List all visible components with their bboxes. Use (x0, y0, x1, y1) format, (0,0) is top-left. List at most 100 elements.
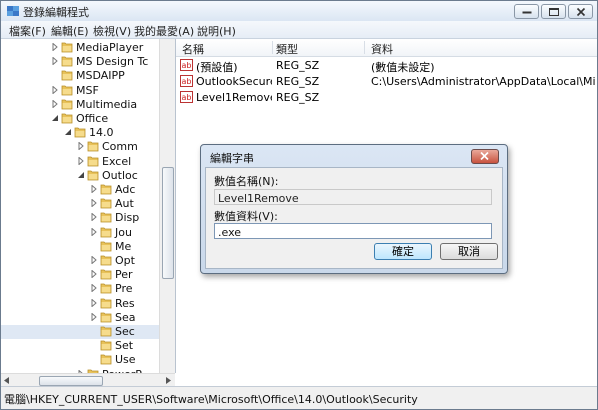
expand-arrow-icon[interactable] (90, 284, 98, 293)
tree-item-label: Res (115, 296, 135, 310)
collapse-arrow-icon[interactable] (77, 171, 85, 179)
tree-item[interactable]: Outloc (1, 169, 159, 183)
collapse-arrow-icon[interactable] (64, 128, 72, 136)
tree-item[interactable]: 14.0 (1, 126, 159, 140)
expand-arrow-icon[interactable] (51, 43, 59, 51)
tree-item[interactable]: Sea (1, 311, 159, 325)
folder-icon (100, 212, 112, 223)
value-name-field: Level1Remove (214, 189, 492, 205)
tree-vertical-scrollbar[interactable] (159, 39, 175, 373)
registry-editor-window: 登錄編輯程式 檔案(F) 編輯(E) 檢視(V) 我的最愛(A) 說明(H) M… (0, 0, 598, 410)
tree-item[interactable]: MSDAIPP (1, 69, 159, 83)
tree-item-label: Aut (115, 197, 134, 211)
tree-horizontal-scrollbar[interactable] (1, 373, 175, 387)
expand-arrow-icon[interactable] (90, 256, 98, 264)
maximize-button[interactable] (541, 4, 566, 19)
value-data-input[interactable]: .exe (214, 223, 492, 239)
column-data[interactable]: 資料 (371, 41, 393, 57)
expand-arrow-icon[interactable] (51, 57, 59, 66)
expand-arrow-icon[interactable] (90, 298, 98, 307)
tree-item[interactable]: MediaPlayer (1, 41, 159, 55)
tree-item-label: Jou (115, 225, 132, 239)
tree-scroll-thumb[interactable] (162, 167, 174, 279)
folder-icon (61, 113, 73, 124)
folder-icon (100, 198, 112, 209)
expand-arrow-icon[interactable] (90, 312, 98, 321)
collapse-arrow-icon[interactable] (51, 114, 59, 122)
tree-item[interactable]: Me (1, 240, 159, 254)
column-name[interactable]: 名稱 (182, 41, 204, 57)
tree-item[interactable]: Aut (1, 197, 159, 211)
tree-item[interactable]: Set (1, 339, 159, 353)
column-separator[interactable] (364, 41, 365, 54)
tree-item-label: Office (76, 112, 109, 125)
tree-item[interactable]: Adc (1, 183, 159, 197)
close-button[interactable] (568, 4, 593, 19)
status-bar: 電腦\HKEY_CURRENT_USER\Software\Microsoft\… (1, 386, 597, 409)
folder-icon (100, 269, 112, 280)
tree-item[interactable]: Per (1, 268, 159, 282)
scroll-right-arrow-icon[interactable] (166, 377, 171, 384)
expand-arrow-icon[interactable] (77, 156, 85, 165)
tree-item-label: Set (115, 339, 134, 353)
scroll-left-arrow-icon[interactable] (4, 377, 9, 384)
minimize-button[interactable] (514, 4, 539, 19)
column-type[interactable]: 類型 (276, 41, 298, 57)
tree-item[interactable]: Multimedia (1, 98, 159, 112)
registry-tree[interactable]: MediaPlayer MS Design Tc MSDAIPP MSF Multime… (1, 39, 176, 373)
folder-icon (100, 241, 112, 252)
tree-item[interactable]: Jou (1, 226, 159, 240)
expand-arrow-icon[interactable] (77, 142, 85, 151)
expand-arrow-icon[interactable] (51, 85, 59, 94)
expand-arrow-icon[interactable] (90, 270, 98, 279)
tree-item-label: Disp (115, 211, 140, 225)
menu-help[interactable]: 說明(H) (197, 23, 236, 39)
tree-hscroll-thumb[interactable] (39, 376, 103, 386)
folder-icon (100, 326, 112, 337)
tree-item-label: MSF (76, 83, 99, 97)
minimize-icon (522, 11, 531, 13)
tree-item[interactable]: Excel (1, 155, 159, 169)
tree-item-label: Outloc (102, 168, 138, 182)
menu-view[interactable]: 檢視(V) (93, 23, 131, 39)
ok-button[interactable]: 確定 (374, 243, 432, 260)
menu-file[interactable]: 檔案(F) (9, 23, 46, 39)
tree-item[interactable]: MS Design Tc (1, 55, 159, 69)
folder-icon (100, 227, 112, 237)
value-data-label: 數值資料(V): (214, 210, 278, 223)
list-row[interactable]: ab (預設值) REG_SZ (數值未設定) (176, 57, 597, 74)
menu-bar: 檔案(F) 編輯(E) 檢視(V) 我的最愛(A) 說明(H) (1, 21, 597, 39)
list-header: 名稱 類型 資料 (176, 39, 597, 57)
tree-item[interactable]: Pre (1, 282, 159, 296)
folder-icon (87, 156, 99, 166)
svg-text:ab: ab (182, 77, 192, 86)
tree-item[interactable]: Sec (1, 325, 159, 339)
tree-item[interactable]: Opt (1, 254, 159, 268)
expand-arrow-icon[interactable] (90, 227, 98, 236)
menu-edit[interactable]: 編輯(E) (51, 23, 89, 39)
folder-icon (61, 42, 73, 53)
expand-arrow-icon[interactable] (90, 199, 98, 208)
value-data: C:\Users\Administrator\AppData\Local\Mic… (371, 75, 595, 88)
tree-item[interactable]: Office (1, 112, 159, 126)
tree-item-label: Adc (115, 183, 136, 196)
tree-item[interactable]: Comm (1, 140, 159, 154)
cancel-button[interactable]: 取消 (440, 243, 498, 260)
tree-item[interactable]: Disp (1, 211, 159, 225)
column-separator[interactable] (272, 41, 273, 54)
tree-item-label: MediaPlayer (76, 41, 144, 54)
tree-item[interactable]: Use (1, 353, 159, 367)
tree-item-label: Me (115, 239, 132, 253)
expand-arrow-icon[interactable] (90, 213, 98, 222)
list-row[interactable]: ab OutlookSecure... REG_SZ C:\Users\Admi… (176, 73, 597, 90)
menu-favorites[interactable]: 我的最愛(A) (134, 23, 194, 39)
tree-item-label: Opt (115, 254, 135, 267)
list-row[interactable]: ab Level1Remove REG_SZ (176, 89, 597, 106)
value-type: REG_SZ (276, 59, 320, 72)
tree-item[interactable]: MSF (1, 84, 159, 98)
tree-item[interactable]: Res (1, 297, 159, 311)
dialog-close-button[interactable] (471, 149, 499, 164)
expand-arrow-icon[interactable] (51, 99, 59, 108)
folder-icon (61, 85, 73, 95)
expand-arrow-icon[interactable] (90, 185, 98, 193)
